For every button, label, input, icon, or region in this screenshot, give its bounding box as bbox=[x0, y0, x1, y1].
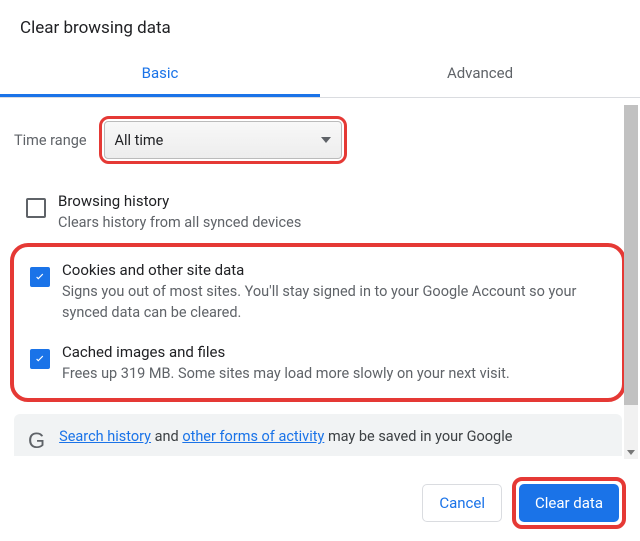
item-title: Cookies and other site data bbox=[62, 261, 618, 279]
scroll-area: Time range All time Browsing history Cle… bbox=[0, 98, 640, 456]
scrollbar[interactable] bbox=[624, 105, 638, 459]
link-search-history[interactable]: Search history bbox=[59, 428, 151, 445]
item-desc: Clears history from all synced devices bbox=[58, 212, 622, 233]
link-other-activity[interactable]: other forms of activity bbox=[182, 428, 324, 445]
time-range-label: Time range bbox=[14, 132, 87, 149]
annotation-box-clear-data: Clear data bbox=[512, 477, 626, 529]
tabs: Basic Advanced bbox=[0, 50, 640, 98]
cancel-button[interactable]: Cancel bbox=[422, 484, 502, 522]
checkbox-browsing-history[interactable] bbox=[26, 198, 46, 218]
item-cookies: Cookies and other site data Signs you ou… bbox=[18, 251, 618, 333]
tab-advanced[interactable]: Advanced bbox=[320, 50, 640, 97]
notice-text: Search history and other forms of activi… bbox=[59, 428, 512, 445]
scrollbar-thumb[interactable] bbox=[624, 105, 638, 405]
item-title: Cached images and files bbox=[62, 343, 618, 361]
annotation-box-items: Cookies and other site data Signs you ou… bbox=[10, 243, 626, 402]
time-range-row: Time range All time bbox=[14, 116, 622, 164]
item-desc: Frees up 319 MB. Some sites may load mor… bbox=[62, 363, 618, 384]
scrollbar-arrow-down-icon[interactable] bbox=[627, 450, 635, 455]
checkbox-cookies[interactable] bbox=[30, 267, 50, 287]
dialog-footer: Cancel Clear data bbox=[422, 477, 626, 529]
tab-content-basic: Time range All time Browsing history Cle… bbox=[0, 98, 640, 456]
google-activity-notice: G Search history and other forms of acti… bbox=[14, 414, 622, 456]
chevron-down-icon bbox=[321, 137, 331, 143]
checkbox-cache[interactable] bbox=[30, 349, 50, 369]
item-browsing-history: Browsing history Clears history from all… bbox=[14, 182, 622, 243]
dialog-title: Clear browsing data bbox=[0, 0, 640, 50]
annotation-box-time-range: All time bbox=[99, 116, 347, 164]
google-logo-icon: G bbox=[28, 428, 45, 454]
item-title: Browsing history bbox=[58, 192, 622, 210]
time-range-value: All time bbox=[115, 132, 164, 149]
items-list: Browsing history Clears history from all… bbox=[14, 182, 622, 456]
item-cache: Cached images and files Frees up 319 MB.… bbox=[18, 333, 618, 394]
clear-data-button[interactable]: Clear data bbox=[519, 484, 619, 522]
time-range-select[interactable]: All time bbox=[104, 121, 342, 159]
item-desc: Signs you out of most sites. You'll stay… bbox=[62, 281, 618, 323]
notice-tail: may be saved in your Google bbox=[324, 428, 512, 445]
notice-mid: and bbox=[151, 428, 182, 445]
tab-basic[interactable]: Basic bbox=[0, 50, 320, 97]
